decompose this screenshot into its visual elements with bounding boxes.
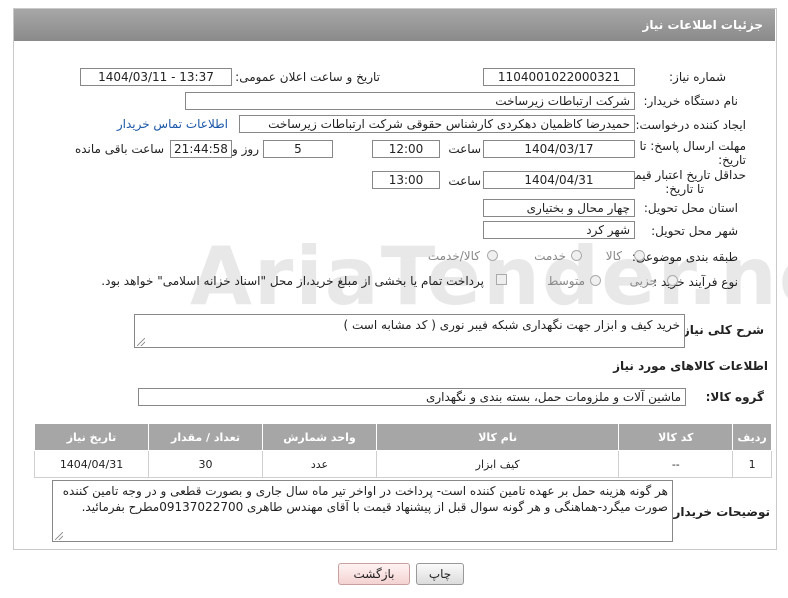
process-medium-label: متوسط bbox=[547, 274, 585, 288]
announce-field: 1404/03/11 - 13:37 bbox=[80, 68, 232, 86]
table-row: 1 -- کیف ابزار عدد 30 1404/04/31 bbox=[33, 450, 772, 478]
goods-group-field: ماشین آلات و ملزومات حمل، بسته بندی و نگ… bbox=[138, 388, 686, 406]
description-textarea[interactable]: خرید کیف و ابزار جهت نگهداری شبکه فیبر ن… bbox=[134, 314, 685, 348]
goods-table: ردیف کد کالا نام کالا واحد شمارش تعداد /… bbox=[33, 423, 772, 478]
category-both-radio[interactable] bbox=[487, 250, 498, 261]
row-date: 1404/04/31 bbox=[33, 450, 150, 478]
deadline-time-label: ساعت bbox=[448, 142, 481, 156]
category-label: طبقه بندی موضوعی: bbox=[631, 250, 738, 264]
buyer-org-field: شرکت ارتباطات زیرساخت bbox=[185, 92, 635, 110]
payment-note: پرداخت تمام یا بخشی از مبلغ خرید،از محل … bbox=[101, 274, 484, 288]
buyer-notes-label: توضیحات خریدار: bbox=[668, 505, 770, 519]
category-goods-label: کالا bbox=[605, 249, 622, 263]
deadline-label-2: تاریخ: bbox=[718, 153, 746, 167]
goods-group-label: گروه کالا: bbox=[705, 390, 764, 404]
row-number: 1 bbox=[732, 450, 772, 478]
description-label: شرح کلی نیاز: bbox=[678, 323, 764, 337]
header-bar: جزئیات اطلاعات نیاز bbox=[14, 9, 775, 41]
description-text: خرید کیف و ابزار جهت نگهداری شبکه فیبر ن… bbox=[343, 318, 680, 332]
process-small-label: جزیی bbox=[629, 274, 657, 288]
category-both-label: کالا/خدمت bbox=[427, 249, 480, 263]
back-button[interactable]: بازگشت bbox=[338, 563, 410, 585]
category-service-label: خدمت bbox=[534, 249, 566, 263]
validity-label-2: تا تاریخ: bbox=[665, 182, 704, 196]
notes-resize-grip-icon[interactable] bbox=[55, 532, 63, 540]
row-name: کیف ابزار bbox=[375, 450, 620, 478]
province-field: چهار محال و بختیاری bbox=[483, 199, 635, 217]
need-number-field: 1104001022000321 bbox=[483, 68, 635, 86]
resize-grip-icon[interactable] bbox=[137, 338, 145, 346]
city-label: شهر محل تحویل: bbox=[651, 224, 738, 238]
requester-field: حمیدرضا کاظمیان دهکردی کارشناس حقوقی شرک… bbox=[239, 115, 635, 133]
row-code: -- bbox=[618, 450, 734, 478]
treasury-payment-checkbox[interactable] bbox=[496, 274, 507, 285]
contact-buyer-link[interactable]: اطلاعات تماس خریدار bbox=[117, 117, 228, 131]
col-qty-header: تعداد / مقدار bbox=[148, 423, 263, 451]
buyer-notes-textarea[interactable]: هر گونه هزینه حمل بر عهده تامین کننده اس… bbox=[52, 480, 673, 542]
province-label: استان محل تحویل: bbox=[643, 201, 738, 215]
city-field: شهر کرد bbox=[483, 221, 635, 239]
deadline-label-1: مهلت ارسال پاسخ: تا bbox=[639, 139, 746, 153]
category-service-radio[interactable] bbox=[571, 250, 582, 261]
row-quantity: 30 bbox=[148, 450, 263, 478]
process-medium-radio[interactable] bbox=[590, 275, 601, 286]
goods-table-header: ردیف کد کالا نام کالا واحد شمارش تعداد /… bbox=[33, 423, 772, 451]
deadline-time-field: 12:00 bbox=[372, 140, 440, 158]
announce-label: تاریخ و ساعت اعلان عمومی: bbox=[235, 70, 380, 84]
days-field: 5 bbox=[263, 140, 333, 158]
validity-label-1: حداقل تاریخ اعتبار قیمت: bbox=[619, 168, 746, 182]
goods-section-title: اطلاعات کالاهای مورد نیاز bbox=[613, 359, 768, 373]
category-goods-radio[interactable] bbox=[634, 250, 645, 261]
requester-label: ایجاد کننده درخواست: bbox=[635, 118, 746, 132]
col-date-header: تاریخ نیاز bbox=[33, 423, 150, 451]
col-row-header: ردیف bbox=[732, 423, 772, 451]
remaining-label: ساعت باقی مانده bbox=[74, 142, 164, 156]
print-button[interactable]: چاپ bbox=[416, 563, 464, 585]
buyer-notes-text: هر گونه هزینه حمل بر عهده تامین کننده اس… bbox=[62, 484, 668, 514]
need-number-label: شماره نیاز: bbox=[669, 70, 726, 84]
remaining-time-field: 21:44:58 bbox=[170, 140, 232, 158]
col-name-header: نام کالا bbox=[375, 423, 620, 451]
page-title: جزئیات اطلاعات نیاز bbox=[642, 18, 763, 32]
process-label: نوع فرآیند خرید : bbox=[653, 275, 738, 289]
validity-time-label: ساعت bbox=[448, 174, 481, 188]
days-label: روز و bbox=[232, 142, 259, 156]
buyer-org-label: نام دستگاه خریدار: bbox=[643, 94, 739, 108]
row-unit: عدد bbox=[262, 450, 377, 478]
validity-time-field: 13:00 bbox=[372, 171, 440, 189]
validity-date-field: 1404/04/31 bbox=[483, 171, 635, 189]
col-code-header: کد کالا bbox=[618, 423, 734, 451]
process-small-radio[interactable] bbox=[667, 275, 678, 286]
deadline-date-field: 1404/03/17 bbox=[483, 140, 635, 158]
col-unit-header: واحد شمارش bbox=[262, 423, 377, 451]
